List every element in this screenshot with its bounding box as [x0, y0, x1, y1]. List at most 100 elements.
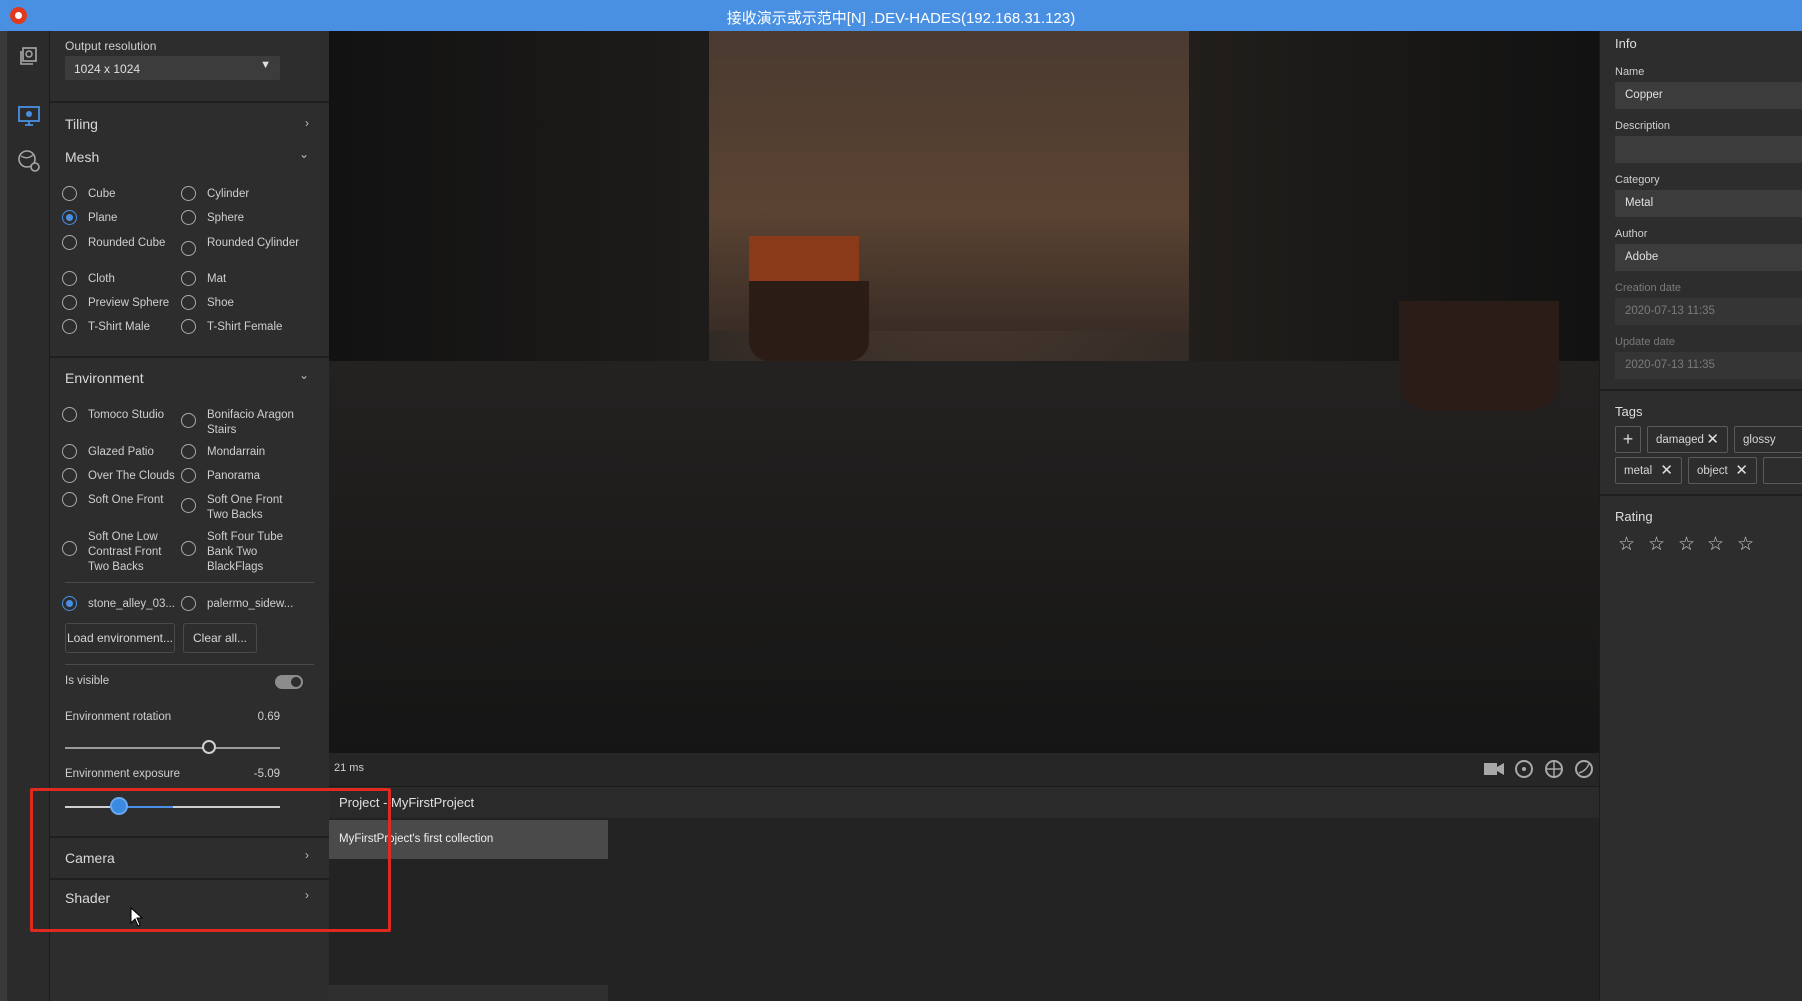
radio-circle	[181, 444, 196, 459]
tag-chip[interactable]: object ✕	[1688, 457, 1757, 484]
section-environment[interactable]: Environment ⌄	[50, 356, 329, 398]
radio-circle	[181, 271, 196, 286]
library-icon[interactable]	[16, 43, 42, 69]
environment-rotation-track[interactable]	[65, 747, 280, 749]
collection-label: MyFirstProject's first collection	[339, 833, 494, 845]
section-mesh-label: Mesh	[65, 149, 100, 165]
tag-chip[interactable]: glossy	[1734, 426, 1802, 453]
custom-environment-label: palermo_sidew...	[207, 598, 294, 610]
radio-circle	[181, 413, 196, 428]
sphere-icon[interactable]	[1572, 757, 1596, 781]
collection-item[interactable]: MyFirstProject's first collection	[329, 820, 608, 859]
project-title: Project - MyFirstProject	[339, 795, 475, 810]
environment-option-label: Soft One Low Contrast Front Two Backs	[88, 531, 162, 573]
section-camera[interactable]: Camera ›	[50, 836, 329, 878]
clear-all-button[interactable]: Clear all...	[183, 623, 257, 653]
star-icon[interactable]: ☆	[1618, 533, 1635, 556]
environment-exposure-label: Environment exposure	[65, 768, 181, 780]
environment-option-label: Soft Four Tube Bank Two BlackFlags	[207, 531, 284, 573]
tag-chip[interactable]: damaged ✕	[1647, 426, 1728, 453]
section-camera-label: Camera	[65, 850, 115, 866]
mesh-option-label: Rounded Cube	[88, 237, 166, 249]
chevron-right-icon: ›	[305, 888, 309, 902]
environment-divider	[65, 664, 314, 665]
update-date-field: 2020-07-13 11:35	[1615, 352, 1802, 379]
is-visible-toggle[interactable]	[275, 675, 303, 689]
mesh-option-label: Shoe	[207, 297, 234, 309]
radio-circle	[62, 468, 77, 483]
radio-circle	[62, 541, 77, 556]
output-resolution-dropdown[interactable]: 1024 x 1024 ▼	[65, 56, 280, 80]
chevron-right-icon: ›	[305, 116, 309, 130]
radio-circle	[62, 235, 77, 250]
display-settings-icon[interactable]	[16, 103, 42, 129]
close-icon[interactable]: ✕	[1660, 461, 1673, 479]
star-icon[interactable]: ☆	[1737, 533, 1754, 556]
name-field[interactable]: Copper	[1615, 82, 1802, 109]
star-icon[interactable]: ☆	[1648, 533, 1665, 556]
viewport-render[interactable]	[329, 31, 1599, 761]
settings-panel: Output resolution 1024 x 1024 ▼ Tiling ›…	[50, 31, 329, 1001]
description-field[interactable]	[1615, 136, 1802, 163]
author-label: Author	[1615, 228, 1648, 240]
project-header: Project - MyFirstProject	[329, 786, 1599, 818]
radio-circle	[62, 407, 77, 422]
environment-rotation-label: Environment rotation	[65, 711, 172, 723]
environment-rotation-thumb[interactable]	[202, 740, 217, 754]
radio-circle	[181, 319, 196, 334]
section-mesh[interactable]: Mesh ⌄	[50, 143, 329, 185]
radio-circle	[62, 271, 77, 286]
load-environment-button[interactable]: Load environment...	[65, 623, 175, 653]
mesh-option-label: T-Shirt Female	[207, 321, 283, 333]
viewport-plant-pot	[749, 281, 869, 361]
info-divider	[1600, 389, 1802, 391]
window-title: 接收演示或示范中[N] .DEV-HADES(192.168.31.123)	[726, 10, 1076, 27]
tag-chip[interactable]	[1763, 457, 1802, 484]
mesh-option-label: Rounded Cylinder	[207, 237, 300, 249]
environment-option-label: Glazed Patio	[88, 446, 154, 458]
category-field[interactable]: Metal	[1615, 190, 1802, 217]
environment-exposure-track[interactable]	[65, 806, 280, 808]
environment-option[interactable]: Soft One Front Two Backs	[181, 491, 329, 527]
section-environment-label: Environment	[65, 370, 144, 386]
section-tiling[interactable]: Tiling ›	[50, 101, 329, 143]
radio-circle	[62, 319, 77, 334]
output-resolution-value: 1024 x 1024	[74, 62, 141, 76]
mesh-option[interactable]: Rounded Cylinder	[181, 234, 329, 270]
chevron-down-icon: ▼	[260, 59, 271, 71]
star-icon[interactable]: ☆	[1678, 533, 1695, 556]
environment-option[interactable]: Soft Four Tube Bank Two BlackFlags	[181, 528, 329, 576]
is-visible-label: Is visible	[65, 675, 110, 687]
mesh-option-label: Mat	[207, 273, 227, 285]
description-label: Description	[1615, 120, 1671, 132]
add-tag-button[interactable]: +	[1615, 426, 1641, 453]
viewport-ground	[329, 361, 1599, 761]
rotate-icon[interactable]	[1512, 757, 1536, 781]
environment-option[interactable]: Bonifacio Aragon Stairs	[181, 406, 329, 442]
tag-label: metal	[1624, 465, 1653, 477]
creation-date-label: Creation date	[1615, 282, 1682, 294]
project-bottom-strip	[329, 985, 608, 1001]
tag-chip[interactable]: metal ✕	[1615, 457, 1682, 484]
star-icon[interactable]: ☆	[1707, 533, 1724, 556]
close-icon[interactable]: ✕	[1706, 430, 1719, 448]
close-icon[interactable]: ✕	[1735, 461, 1748, 479]
environment-exposure-thumb[interactable]	[109, 797, 128, 815]
info-divider	[1600, 494, 1802, 496]
output-resolution-label: Output resolution	[65, 39, 157, 53]
author-field[interactable]: Adobe	[1615, 244, 1802, 271]
name-label: Name	[1615, 66, 1645, 78]
info-panel: Info Name Copper Description Category Me…	[1599, 31, 1802, 1001]
section-shader[interactable]: Shader ›	[50, 878, 329, 920]
mouse-cursor-icon	[130, 907, 144, 927]
tag-label: object	[1697, 465, 1728, 477]
camera-icon[interactable]	[1482, 757, 1506, 781]
grid-icon[interactable]	[1542, 757, 1566, 781]
radio-circle	[62, 186, 77, 201]
environment-settings-icon[interactable]	[16, 148, 42, 174]
mesh-option[interactable]: T-Shirt Female	[181, 318, 329, 354]
radio-circle	[181, 541, 196, 556]
radio-circle	[62, 295, 77, 310]
mesh-option-label: Cylinder	[207, 188, 250, 200]
viewport-orange-truck	[749, 236, 859, 286]
